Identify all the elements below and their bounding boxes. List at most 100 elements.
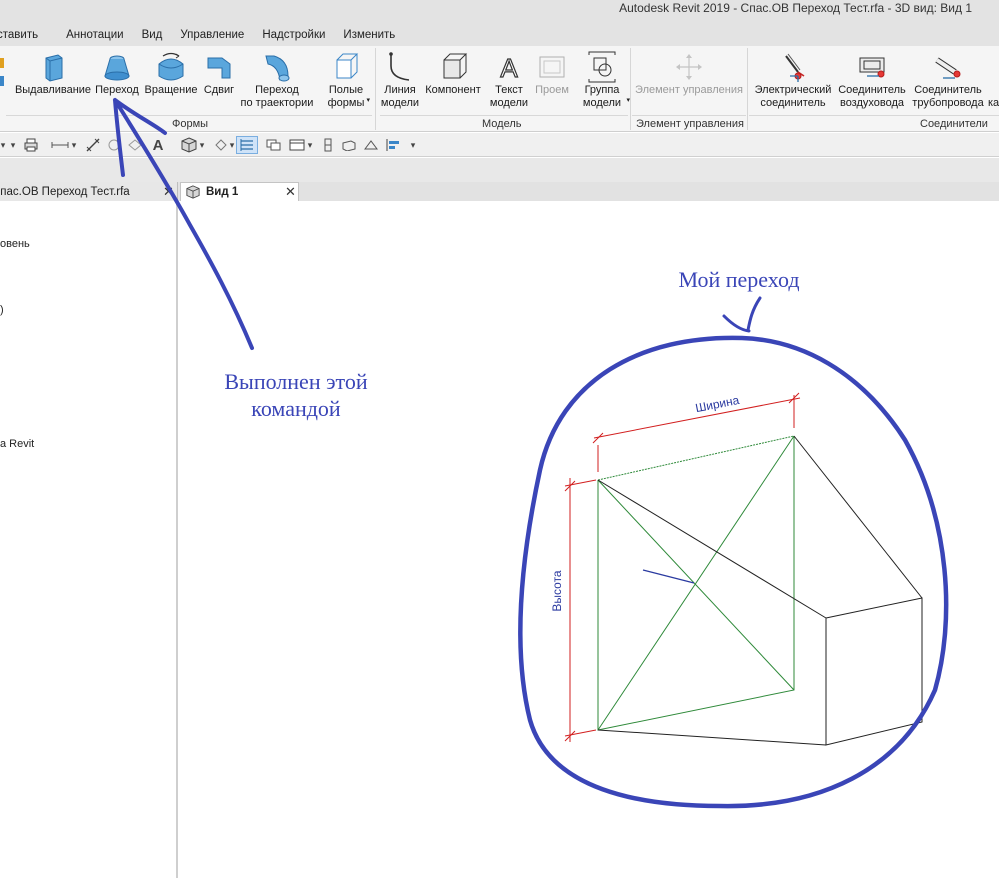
switch-windows-icon[interactable] [288,136,306,154]
title-bar: Autodesk Revit 2019 - Спас.ОВ Переход Те… [0,0,999,46]
sweep-icon [207,57,231,79]
cut-connector-button[interactable]: ка [988,50,999,110]
width-dimension[interactable]: Ширина [592,392,801,472]
document-tab-bar: Спас.ОВ Переход Тест.rfa ✕ Вид 1 ✕ [0,182,999,201]
blend-icon [104,55,130,81]
extrusion-button[interactable]: Выдавливание [14,50,92,97]
align-icon[interactable] [384,136,402,154]
pipe-connector-icon [935,57,961,79]
edge-icon [0,76,4,86]
edge-icon [0,58,4,68]
default-3d-view-icon[interactable] [180,136,198,154]
tag-icon[interactable] [106,136,122,154]
model-text-button[interactable]: A Текст модели [486,50,532,110]
close-hidden-windows-icon[interactable] [264,136,282,154]
panel-divider [6,115,372,116]
wall-icon[interactable] [340,136,358,154]
close-icon[interactable]: ✕ [285,184,296,200]
tag-all-icon[interactable] [126,136,144,154]
duct-connector-button[interactable]: Соединитель воздуховода [836,50,908,110]
measure-icon[interactable] [50,136,70,154]
model-text-label: Текст [495,84,523,96]
close-icon[interactable]: ✕ [163,184,174,200]
tree-item[interactable]: овень [0,238,30,250]
menu-tab-insert[interactable]: ставить [0,26,44,44]
panel-separator [630,48,631,130]
model-text-label-2: модели [489,97,529,109]
dropdown-arrow-icon[interactable]: ▾ [306,136,314,154]
panel-separator [747,48,748,130]
component-button[interactable]: Компонент [422,50,484,97]
component-label: Компонент [425,84,481,96]
thin-lines-icon[interactable] [236,136,258,154]
model-group-icon [588,51,616,83]
sweep-button[interactable]: Сдвиг [201,50,237,97]
pipe-connector-button[interactable]: Соединитель трубопровода [909,50,987,110]
swept-blend-button[interactable]: Переход по траектории [238,50,316,110]
sweep-label: Сдвиг [203,84,235,96]
model-group-button[interactable]: Группа модели ▾ [578,50,630,110]
revolve-label: Вращение [144,84,198,96]
forms-panel-label: Формы [172,118,209,130]
panel-separator [375,48,376,130]
view-tab-label: Вид 1 [206,186,239,198]
window-title: Autodesk Revit 2019 - Спас.ОВ Переход Те… [619,1,972,15]
menu-tab-manage[interactable]: Управление [174,26,250,44]
dropdown-arrow-icon[interactable]: ▾ [198,136,206,154]
menu-tab-addins[interactable]: Надстройки [256,26,331,44]
blend-label: Переход [95,84,139,96]
dropdown-arrow-icon[interactable]: ▾ [0,136,6,154]
pipe-connector-label: Соединитель [914,84,982,96]
customize-toolbar-icon[interactable]: ▾ [406,136,420,154]
dropdown-arrow-icon[interactable]: ▾ [10,136,16,154]
electrical-connector-button[interactable]: Электрический соединитель [751,50,835,110]
done-annotation-line1: Выполнен этой [224,369,367,394]
electrical-connector-label: Электрический [754,84,832,96]
text-icon[interactable]: A [150,136,166,154]
menu-tab-view[interactable]: Вид [136,26,169,44]
svg-text:A: A [500,53,518,83]
control-panel-label: Элемент управления [636,118,744,130]
control-arrows-icon [676,54,702,80]
model-edge [597,435,923,746]
connectors-panel-label: Соединители [920,118,988,130]
menu-tab-annotate[interactable]: Аннотации [60,26,129,44]
cut-connector-label: ка [988,97,999,109]
ribbon: Выдавливание Переход Вращение Сдвиг Пере… [0,46,999,132]
dropdown-arrow-icon[interactable]: ▾ [228,136,236,154]
section-icon[interactable] [214,136,228,154]
aligned-dimension-icon[interactable] [84,136,102,154]
panel-divider [380,115,628,116]
model-line-button[interactable]: Линия модели [379,50,421,110]
model-group-label-2: модели [582,97,622,109]
model-line-label: Линия [384,84,416,96]
tree-item[interactable]: ) [0,304,4,316]
tree-item[interactable]: а Revit [0,438,34,450]
blend-button[interactable]: Переход [94,50,140,97]
revolve-icon [158,52,184,81]
family-doc-tab[interactable]: Спас.ОВ Переход Тест.rfa ✕ [0,182,178,201]
electrical-connector-icon [785,53,805,82]
my-blend-annotation: Мой переход [678,267,799,292]
duct-connector-label: Соединитель [838,84,906,96]
blend-model [597,435,923,746]
revolve-button[interactable]: Вращение [143,50,199,97]
view-tab[interactable]: Вид 1 ✕ [180,182,299,201]
dropdown-arrow-icon[interactable]: ▾ [70,136,78,154]
sync-icon[interactable] [320,136,336,154]
control-button: Элемент управления [634,50,744,97]
panel-divider [749,115,999,116]
circle-annotation [518,335,949,809]
swept-blend-icon [265,55,290,82]
control-label: Элемент управления [635,84,743,96]
print-icon[interactable] [22,136,40,154]
ribbon-gap [0,158,999,182]
shapes-icon[interactable] [362,136,380,154]
height-dimension[interactable]: Высота [550,478,597,742]
model-edge [597,435,795,481]
void-forms-icon [336,53,359,79]
void-forms-button[interactable]: Полые формы ▾ [322,50,370,110]
menu-tab-modify[interactable]: Изменить [337,26,401,44]
dropdown-arrow-icon[interactable]: ▾ [366,96,370,104]
project-browser: овень ) а Revit [0,201,178,878]
